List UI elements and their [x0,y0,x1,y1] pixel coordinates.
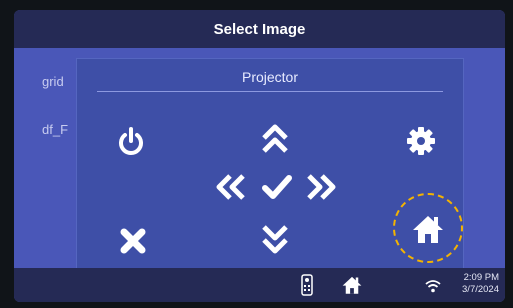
clock: 2:09 PM 3/7/2024 [462,272,499,296]
device-screen: Select Image grid df_F Projector 2:09 PM… [14,10,505,302]
home-icon [413,216,443,243]
status-bar: 2:09 PM 3/7/2024 [14,268,505,302]
power-button[interactable] [111,121,151,161]
dialog-title: Projector [241,69,299,85]
divider [97,91,443,92]
left-button[interactable] [211,167,251,207]
wifi-status [424,278,442,294]
wifi-icon [425,280,441,293]
projector-dialog: Projector [76,58,464,272]
settings-icon [407,127,435,155]
window-title: Select Image [213,20,306,38]
remote-icon [301,274,313,296]
close-icon [120,228,146,254]
up-icon [262,124,288,153]
home-nav-button[interactable] [340,274,364,296]
up-button[interactable] [255,117,295,161]
confirm-check-icon [262,175,292,199]
settings-button[interactable] [401,121,441,161]
left-double-icon [216,174,245,200]
home-button[interactable] [408,209,448,249]
time-text: 2:09 PM [463,272,499,283]
remote-button[interactable] [300,274,314,296]
right-button[interactable] [301,167,341,207]
confirm-button[interactable] [257,167,297,207]
home-icon [342,276,362,294]
right-double-icon [307,174,336,200]
close-button[interactable] [113,221,153,261]
down-button[interactable] [255,217,295,261]
date-text: 3/7/2024 [462,284,499,295]
power-icon [119,127,143,155]
title-bar: Select Image [14,10,505,48]
list-item[interactable]: grid [42,74,64,89]
down-icon [262,225,288,254]
list-item[interactable]: df_F [42,122,68,137]
